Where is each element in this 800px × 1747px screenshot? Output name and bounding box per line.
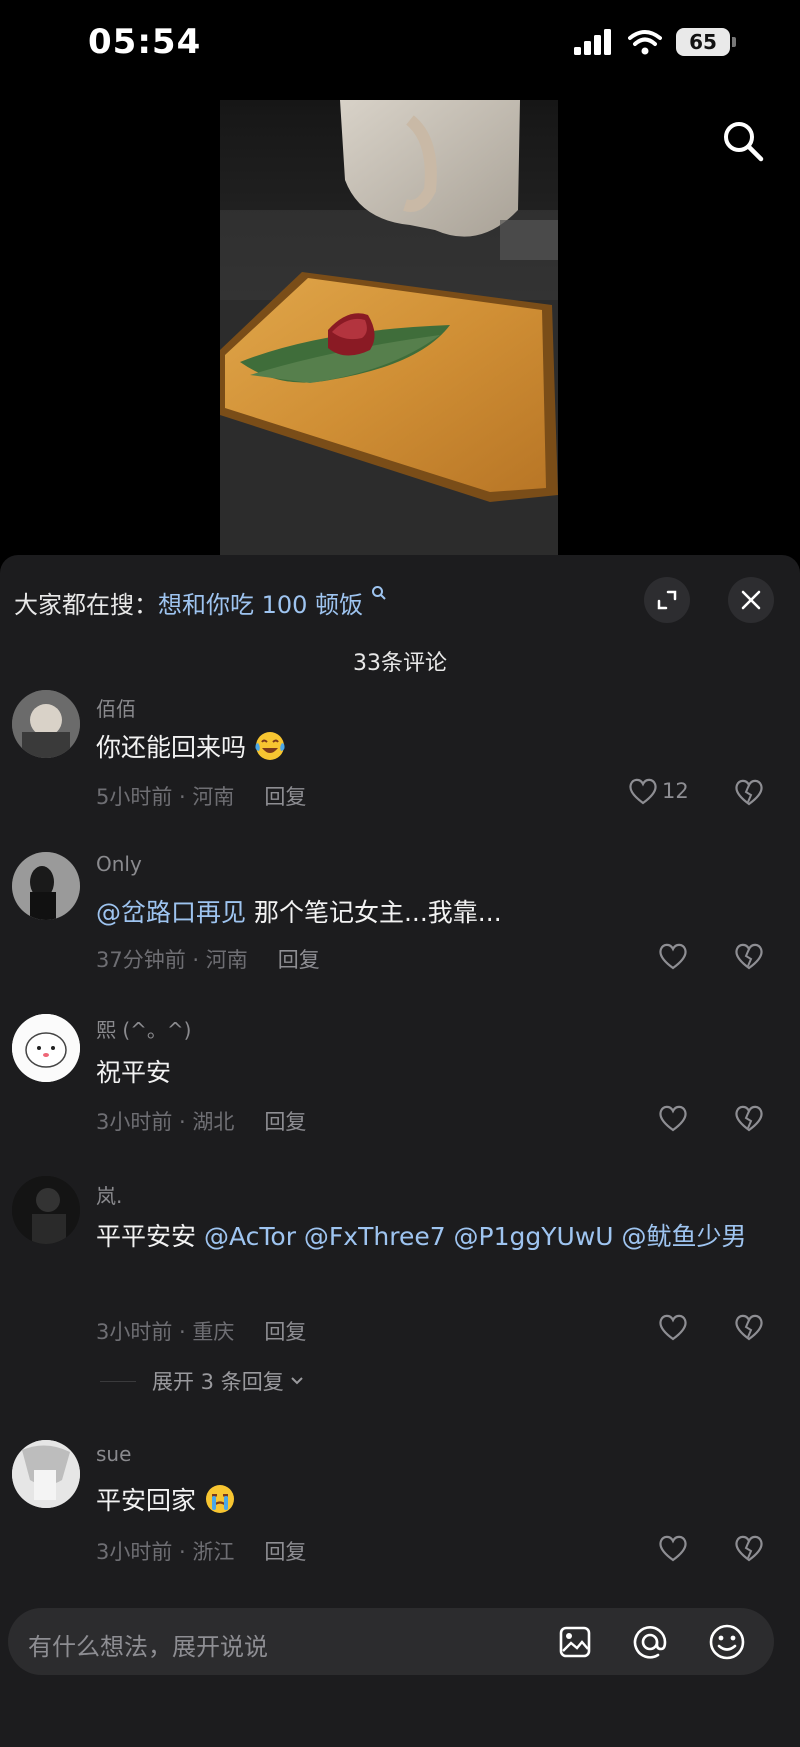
expand-replies-label: 展开 3 条回复 [152,1370,284,1394]
image-icon[interactable] [558,1625,592,1659]
mention-link[interactable]: @岔路口再见 [96,898,246,927]
search-icon[interactable] [720,118,766,164]
broken-heart-icon[interactable] [734,1534,764,1562]
comment-text: @岔路口再见 那个笔记女主...我靠... [96,890,776,935]
trending-keyword[interactable]: 想和你吃 100 顿饭 [158,591,363,619]
heart-icon [659,1105,687,1132]
comment-meta: 37分钟前 · 河南 回复 [96,944,320,974]
comment-time-location: 5小时前 · 河南 [96,785,235,809]
comment-meta: 3小时前 · 重庆 回复 [96,1316,306,1346]
comment-meta: 5小时前 · 河南 回复 [96,781,306,811]
comment-body: 平平安安 [96,1222,197,1251]
comment-body: 平安回家 [96,1486,197,1515]
heart-icon [659,1314,687,1341]
search-small-icon [371,586,386,600]
video-thumbnail [220,100,558,555]
comment-time-location: 3小时前 · 重庆 [96,1320,235,1344]
comment-text: 平安回家 [96,1478,776,1523]
comment-input-placeholder[interactable]: 有什么想法，展开说说 [28,1627,268,1662]
avatar[interactable] [12,1176,80,1244]
expand-sheet-button[interactable] [644,577,690,623]
comment-username[interactable]: sue [96,1442,131,1466]
close-button[interactable] [728,577,774,623]
avatar[interactable] [12,690,80,758]
like-button[interactable] [658,942,688,970]
reply-button[interactable]: 回复 [264,785,306,809]
expand-icon [657,590,677,610]
avatar[interactable] [12,1014,80,1082]
avatar[interactable] [12,852,80,920]
comment-count: 33条评论 [353,651,447,676]
comment-username[interactable]: 佰佰 [96,693,136,722]
reply-button[interactable]: 回复 [278,948,320,972]
trending-search[interactable]: 大家都在搜：想和你吃 100 顿饭 [14,585,387,620]
comment-username[interactable]: 熙 (^。^) [96,1014,191,1043]
heart-icon [629,778,657,805]
reply-button[interactable]: 回复 [264,1110,306,1134]
heart-icon [659,1535,687,1562]
trending-prefix: 大家都在搜： [14,591,158,619]
comment-text: 你还能回来吗 [96,725,776,770]
comment-meta: 3小时前 · 湖北 回复 [96,1106,306,1136]
status-icons: 65 [574,28,736,56]
reply-button[interactable]: 回复 [264,1320,306,1344]
mention-links[interactable]: @AcTor @FxThree7 @P1ggYUwU @鱿鱼少男 [204,1222,747,1251]
like-button[interactable] [658,1104,688,1132]
comment-meta: 3小时前 · 浙江 回复 [96,1536,306,1566]
emoji-icon[interactable] [708,1623,746,1661]
signal-icon [574,29,611,55]
broken-heart-icon[interactable] [734,942,764,970]
battery-level: 65 [689,30,717,54]
comment-text: 平平安安 @AcTor @FxThree7 @P1ggYUwU @鱿鱼少男 [96,1214,776,1259]
like-button[interactable] [658,1534,688,1562]
video-player[interactable] [0,90,800,555]
comment-input-bar[interactable]: 有什么想法，展开说说 [8,1608,774,1675]
status-bar: 05:54 65 [0,0,800,90]
status-time: 05:54 [88,22,202,62]
chevron-down-icon [291,1377,303,1385]
laughing-tears-emoji [255,732,285,760]
expand-replies-button[interactable]: 展开 3 条回复 [100,1366,304,1396]
at-mention-icon[interactable] [632,1624,668,1660]
close-icon [741,590,761,610]
comment-username[interactable]: 岚. [96,1180,122,1209]
comment-time-location: 37分钟前 · 河南 [96,948,248,972]
reply-button[interactable]: 回复 [264,1540,306,1564]
like-button[interactable] [658,1313,688,1341]
like-button[interactable]: 12 [628,777,689,805]
comment-username[interactable]: Only [96,852,142,876]
crying-emoji [205,1485,234,1513]
comment-text: 祝平安 [96,1058,172,1087]
broken-heart-icon[interactable] [734,1104,764,1132]
like-count: 12 [662,779,689,803]
heart-icon [659,943,687,970]
comment-time-location: 3小时前 · 湖北 [96,1110,235,1134]
divider-line [100,1380,136,1382]
video-scene-image [220,100,558,555]
avatar[interactable] [12,1440,80,1508]
comment-time-location: 3小时前 · 浙江 [96,1540,235,1564]
comment-body: 那个笔记女主...我靠... [246,898,502,927]
battery-icon: 65 [676,28,736,56]
broken-heart-icon[interactable] [734,1313,764,1341]
broken-heart-icon[interactable] [734,778,764,806]
wifi-icon [628,30,662,55]
comment-body: 你还能回来吗 [96,733,247,762]
